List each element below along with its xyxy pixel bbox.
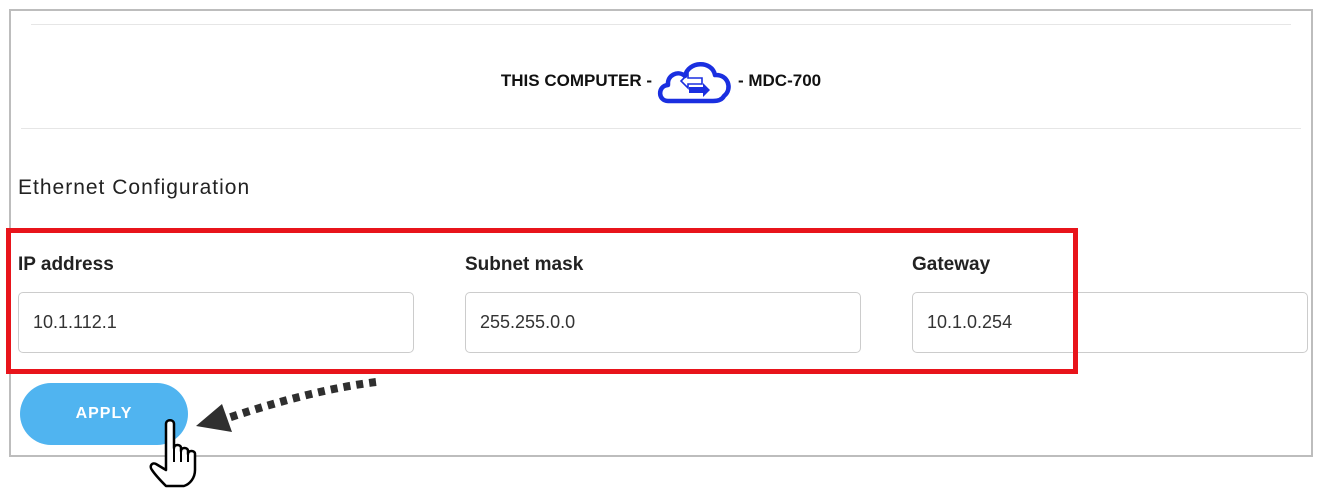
gateway-group: Gateway: [912, 252, 1308, 353]
cloud-sync-icon: [657, 62, 731, 104]
section-title: Ethernet Configuration: [18, 176, 251, 199]
subnet-mask-group: Subnet mask: [465, 252, 861, 353]
connection-header: THIS COMPUTER - - MDC-700: [11, 53, 1311, 109]
this-computer-label: THIS COMPUTER -: [500, 71, 652, 90]
device-name-label: - MDC-700: [737, 71, 822, 90]
stage: THIS COMPUTER - - MDC-700 Ethernet Confi…: [0, 0, 1326, 488]
ip-address-input[interactable]: [18, 292, 414, 353]
dashed-arrow-icon: [196, 378, 377, 432]
ip-address-group: IP address: [18, 252, 414, 353]
ip-address-label: IP address: [18, 254, 114, 275]
divider-top: [31, 24, 1291, 25]
hand-pointer-icon: [149, 419, 197, 488]
subnet-mask-label: Subnet mask: [465, 254, 584, 275]
divider-middle: [21, 128, 1301, 129]
gateway-input[interactable]: [912, 292, 1308, 353]
subnet-mask-input[interactable]: [465, 292, 861, 353]
gateway-label: Gateway: [912, 254, 991, 275]
